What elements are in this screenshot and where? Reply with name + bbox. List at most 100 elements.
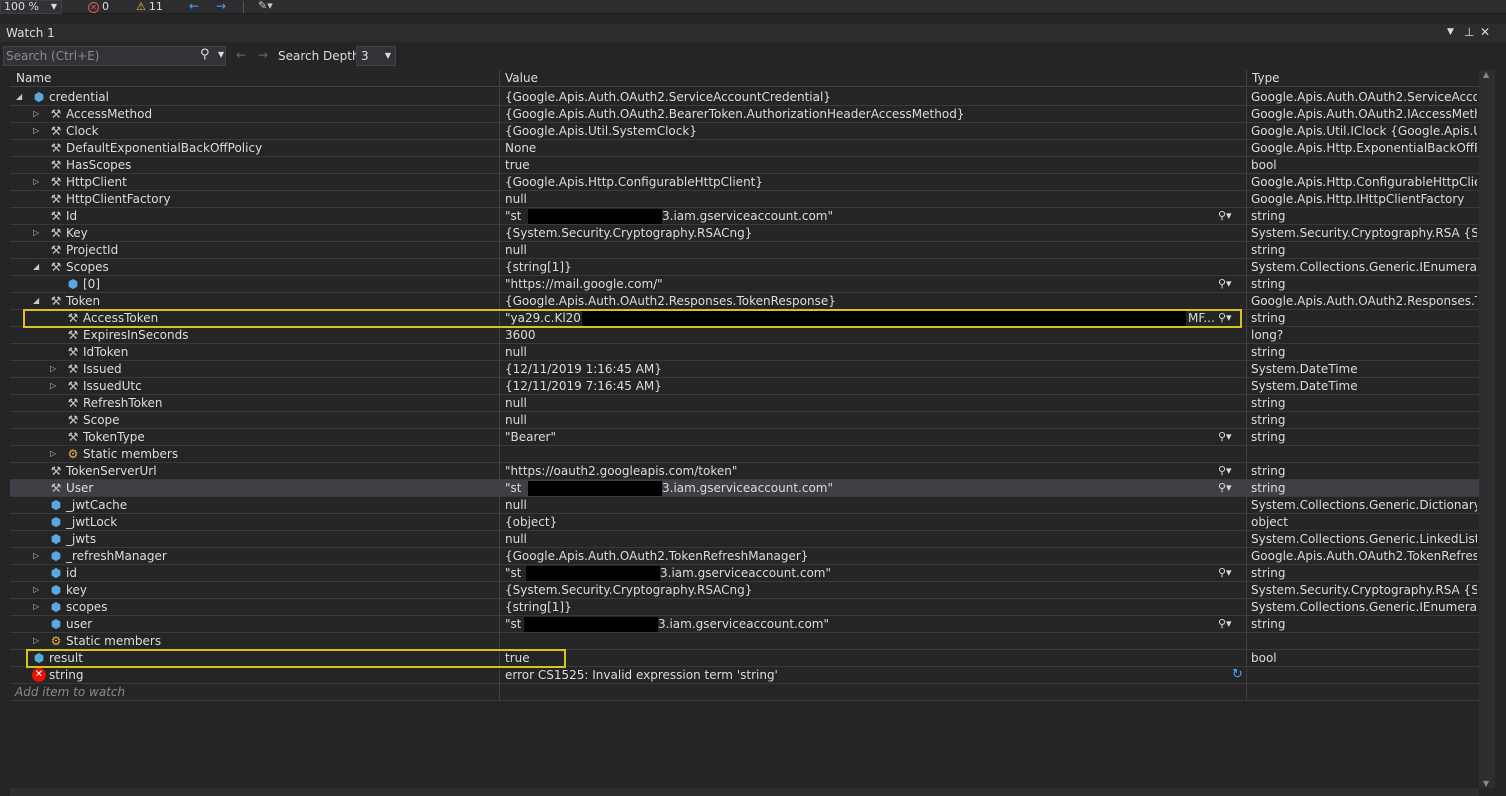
row-name[interactable]: [0] <box>83 277 100 291</box>
column-divider[interactable] <box>1246 70 1247 87</box>
row-name[interactable]: HttpClient <box>66 175 127 189</box>
expand-arrow-icon[interactable]: ▷ <box>33 226 39 240</box>
row-name[interactable]: Token <box>66 294 100 308</box>
watch-row[interactable]: ▷ ⚒ Issued {12/11/2019 1:16:45 AM} System.Da… <box>10 361 1479 378</box>
column-header-name[interactable]: Name <box>16 71 51 85</box>
watch-row[interactable]: ⚒ User "st 3.iam.gserviceaccount.com" ⚲▾ stri… <box>10 480 1479 497</box>
row-value[interactable]: null <box>505 532 1235 546</box>
row-name[interactable]: AccessMethod <box>66 107 152 121</box>
row-value[interactable]: null <box>505 243 1235 257</box>
expand-arrow-icon[interactable]: ▷ <box>33 634 39 648</box>
search-depth-dropdown[interactable]: 3 ▼ <box>356 46 396 66</box>
expand-arrow-icon[interactable]: ▷ <box>33 175 39 189</box>
text-visualizer-icon[interactable]: ⚲▾ <box>1218 430 1232 444</box>
row-value[interactable]: {Google.Apis.Util.SystemClock} <box>505 124 1235 138</box>
scroll-down-icon[interactable]: ▼ <box>1483 779 1489 788</box>
row-value[interactable]: {System.Security.Cryptography.RSACng} <box>505 226 1235 240</box>
row-value[interactable]: null <box>505 396 1235 410</box>
row-name[interactable]: user <box>66 617 92 631</box>
row-name[interactable]: Key <box>66 226 88 240</box>
row-value[interactable]: {System.Security.Cryptography.RSACng} <box>505 583 1235 597</box>
expand-arrow-icon[interactable]: ▷ <box>33 549 39 563</box>
row-value[interactable]: null <box>505 498 1235 512</box>
expand-arrow-icon[interactable]: ▷ <box>50 379 56 393</box>
row-value[interactable]: 3600 <box>505 328 1235 342</box>
watch-row[interactable]: ⚒ RefreshToken null string <box>10 395 1479 412</box>
watch-row[interactable]: ⬢ _jwts null System.Collections.Generic.Lin… <box>10 531 1479 548</box>
expand-arrow-icon[interactable]: ▷ <box>33 124 39 138</box>
watch-row[interactable]: ⬢ [0] "https://mail.google.com/" ⚲▾ string <box>10 276 1479 293</box>
chevron-down-icon[interactable]: ▼ <box>218 50 224 59</box>
refresh-icon[interactable]: ↻ <box>1232 667 1243 683</box>
row-name[interactable]: Static members <box>83 447 178 461</box>
pin-icon[interactable]: ⊥ <box>1464 25 1474 39</box>
row-name[interactable]: key <box>66 583 87 597</box>
close-icon[interactable]: ✕ <box>1480 25 1490 39</box>
row-name[interactable]: _refreshManager <box>66 549 167 563</box>
row-value[interactable]: 3.iam.gserviceaccount.com" <box>660 566 831 580</box>
watch-row[interactable]: ✕ string error CS1525: Invalid expression … <box>10 667 1479 684</box>
row-value[interactable]: {Google.Apis.Http.ConfigurableHttpClient… <box>505 175 1235 189</box>
watch-row[interactable]: ▷ ⚒ IssuedUtc {12/11/2019 7:16:45 AM} System… <box>10 378 1479 395</box>
watch-row[interactable]: ⬢ _jwtCache null System.Collections.Generic… <box>10 497 1479 514</box>
row-name[interactable]: _jwtLock <box>66 515 117 529</box>
row-name[interactable]: Issued <box>83 362 122 376</box>
arrow-right-icon[interactable]: → <box>258 48 268 62</box>
text-visualizer-icon[interactable]: ⚲▾ <box>1218 209 1232 223</box>
row-name[interactable]: credential <box>49 90 109 104</box>
row-name[interactable]: Scopes <box>66 260 109 274</box>
watch-row[interactable]: ▷ ⬢ scopes {string[1]} System.Collections.Ge… <box>10 599 1479 616</box>
watch-row[interactable]: ⬢ id "st 3.iam.gserviceaccount.com" ⚲▾ string <box>10 565 1479 582</box>
text-visualizer-icon[interactable]: ⚲▾ <box>1218 617 1232 631</box>
row-name[interactable]: User <box>66 481 93 495</box>
row-value[interactable]: 3.iam.gserviceaccount.com" <box>662 481 833 495</box>
watch-row[interactable]: ▷ ⚒ AccessMethod {Google.Apis.Auth.OAuth2.B… <box>10 106 1479 123</box>
watch-row[interactable]: ⬢ user "st 3.iam.gserviceaccount.com" ⚲▾ stri… <box>10 616 1479 633</box>
watch-row[interactable]: ⚒ ProjectId null string <box>10 242 1479 259</box>
row-value[interactable]: null <box>505 413 1235 427</box>
watch-row[interactable]: ⚒ HasScopes true bool <box>10 157 1479 174</box>
watch-row[interactable]: ⚒ HttpClientFactory null Google.Apis.Http.I… <box>10 191 1479 208</box>
watch-row[interactable]: ⬢ _jwtLock {object} object <box>10 514 1479 531</box>
row-value[interactable]: null <box>505 192 1235 206</box>
row-name[interactable]: ProjectId <box>66 243 118 257</box>
horizontal-scrollbar[interactable] <box>10 788 1479 796</box>
watch-row[interactable]: ⚒ DefaultExponentialBackOffPolicy None Goog… <box>10 140 1479 157</box>
row-value[interactable]: error CS1525: Invalid expression term 's… <box>505 668 1235 682</box>
text-visualizer-icon[interactable]: ⚲▾ <box>1218 277 1232 291</box>
row-name[interactable]: id <box>66 566 77 580</box>
expand-arrow-icon[interactable]: ▷ <box>33 107 39 121</box>
row-value[interactable]: {Google.Apis.Auth.OAuth2.BearerToken.Aut… <box>505 107 1235 121</box>
row-name[interactable]: Clock <box>66 124 99 138</box>
row-name[interactable]: HasScopes <box>66 158 131 172</box>
row-value[interactable]: "https://mail.google.com/" <box>505 277 1235 291</box>
row-value[interactable]: {Google.Apis.Auth.OAuth2.Responses.Token… <box>505 294 1235 308</box>
search-icon[interactable]: ⚲ <box>200 47 210 62</box>
watch-row[interactable]: ◢ ⚒ Scopes {string[1]} System.Collections.Ge… <box>10 259 1479 276</box>
row-value[interactable]: "https://oauth2.googleapis.com/token" <box>505 464 1235 478</box>
row-value[interactable]: null <box>505 345 1235 359</box>
row-value[interactable]: {object} <box>505 515 1235 529</box>
watch-row[interactable]: ▷ ⚙ Static members <box>10 633 1479 650</box>
row-name[interactable]: RefreshToken <box>83 396 162 410</box>
arrow-left-icon[interactable]: ← <box>189 0 199 13</box>
row-name[interactable]: ExpiresInSeconds <box>83 328 189 342</box>
expand-arrow-icon[interactable]: ▷ <box>33 600 39 614</box>
add-item-row[interactable]: Add item to watch <box>10 684 1479 701</box>
row-value[interactable]: {12/11/2019 1:16:45 AM} <box>505 362 1235 376</box>
row-value[interactable]: {Google.Apis.Auth.OAuth2.TokenRefreshMan… <box>505 549 1235 563</box>
add-item-placeholder[interactable]: Add item to watch <box>15 685 125 699</box>
row-name[interactable]: IdToken <box>83 345 128 359</box>
row-value[interactable]: {Google.Apis.Auth.OAuth2.ServiceAccountC… <box>505 90 1235 104</box>
row-value[interactable]: true <box>505 651 1235 665</box>
row-name[interactable]: Id <box>66 209 77 223</box>
scroll-up-icon[interactable]: ▲ <box>1483 70 1489 79</box>
row-value[interactable]: "Bearer" <box>505 430 1235 444</box>
watch-row[interactable]: ⚒ ExpiresInSeconds 3600 long? <box>10 327 1479 344</box>
row-name[interactable]: IssuedUtc <box>83 379 142 393</box>
brush-icon[interactable]: ✎▾ <box>258 0 273 12</box>
vertical-scrollbar[interactable]: ▲ ▼ <box>1479 70 1495 788</box>
row-name[interactable]: DefaultExponentialBackOffPolicy <box>66 141 262 155</box>
row-value-prefix[interactable]: "st <box>505 481 521 495</box>
watch-row[interactable]: ▷ ⚙ Static members <box>10 446 1479 463</box>
